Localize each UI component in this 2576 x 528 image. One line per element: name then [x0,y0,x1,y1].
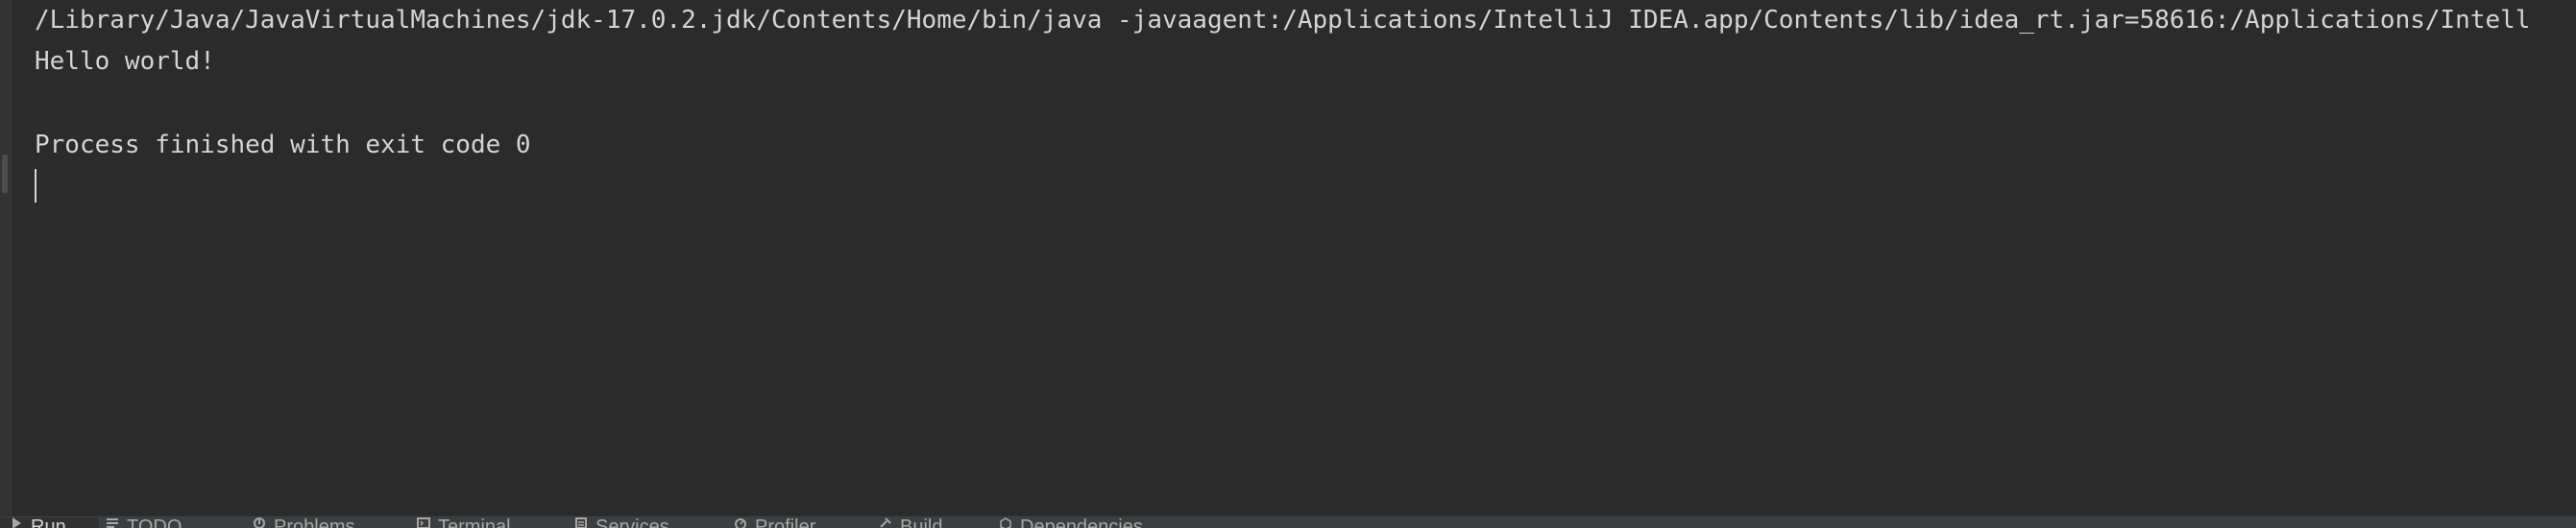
terminal-tool-window-button[interactable]: Terminal [417,517,511,528]
build-tool-window-label: Build [900,516,943,528]
problems-icon [253,517,266,528]
console-command-line: /Library/Java/JavaVirtualMachines/jdk-17… [35,6,2531,35]
console-left-gutter [0,0,13,516]
run-console-output[interactable]: /Library/Java/JavaVirtualMachines/jdk-17… [13,0,2576,516]
text-cursor [35,169,36,203]
profiler-tool-window-label: Profiler [755,516,816,528]
console-exit-message: Process finished with exit code 0 [35,131,531,159]
bottom-tool-window-bar: Run TODO Problems Terminal Services Prof… [0,516,2576,528]
run-tool-window-label: Run [31,516,66,528]
build-tool-window-button[interactable]: Build [879,517,942,528]
run-icon [10,517,23,528]
run-tool-window-button[interactable]: Run [0,517,99,528]
services-tool-window-label: Services [595,516,669,528]
run-console-window: /Library/Java/JavaVirtualMachines/jdk-17… [0,0,2576,528]
terminal-tool-window-label: Terminal [438,516,511,528]
profiler-icon [734,517,747,528]
problems-tool-window-button[interactable]: Problems [253,517,354,528]
todo-icon [106,517,119,528]
profiler-tool-window-button[interactable]: Profiler [734,517,815,528]
services-icon [574,517,588,528]
todo-tool-window-label: TODO [127,516,182,528]
dependencies-tool-window-button[interactable]: Dependencies [999,517,1143,528]
services-tool-window-button[interactable]: Services [574,517,669,528]
dependencies-icon [999,517,1012,528]
console-output-line: Hello world! [35,47,215,76]
build-icon [879,517,892,528]
problems-tool-window-label: Problems [274,516,355,528]
terminal-icon [417,517,430,528]
todo-tool-window-button[interactable]: TODO [106,517,182,528]
dependencies-tool-window-label: Dependencies [1020,516,1143,528]
gutter-scroll-marker [2,155,8,193]
